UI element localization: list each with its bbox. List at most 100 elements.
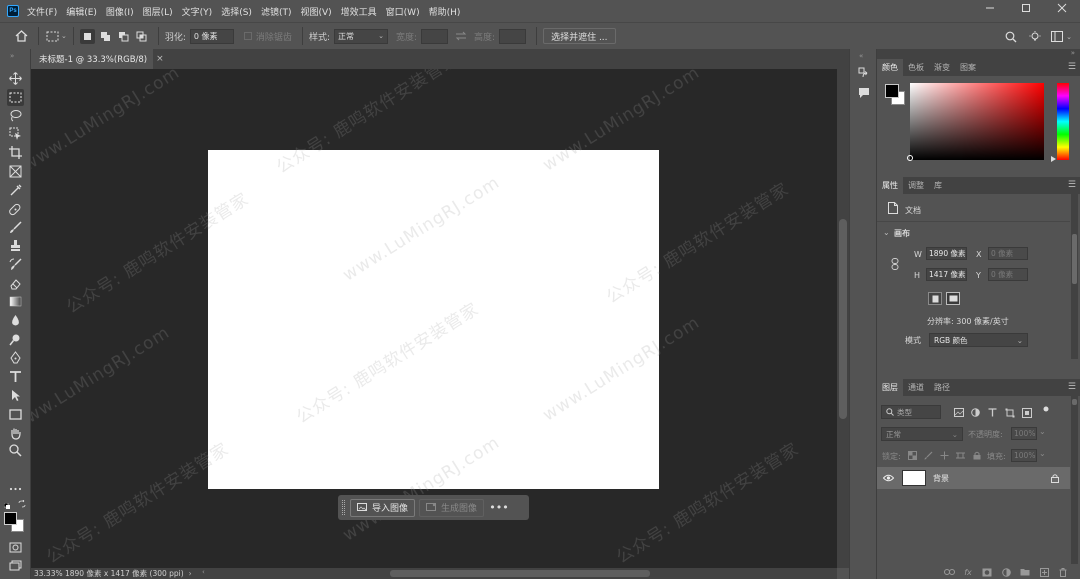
- marquee-preset-picker[interactable]: [45, 29, 59, 43]
- chevron-down-icon[interactable]: ⌄: [883, 228, 890, 237]
- quick-mask-button[interactable]: [7, 539, 24, 556]
- intersect-selection-button[interactable]: [134, 29, 149, 44]
- tab-libraries[interactable]: 库: [929, 177, 947, 194]
- properties-scroll-thumb[interactable]: [1072, 234, 1077, 284]
- tab-properties[interactable]: 属性: [877, 177, 903, 194]
- rectangular-marquee-tool[interactable]: [7, 89, 24, 106]
- generate-image-button[interactable]: 生成图像: [419, 498, 485, 517]
- link-layers-button[interactable]: [942, 566, 956, 578]
- tab-layers[interactable]: 图层: [877, 379, 903, 396]
- frame-tool[interactable]: [7, 163, 24, 180]
- subtract-selection-button[interactable]: [116, 29, 131, 44]
- brush-tool[interactable]: [7, 219, 24, 236]
- horizontal-scroll-thumb[interactable]: [390, 570, 650, 577]
- new-adjustment-layer-button[interactable]: [999, 566, 1013, 578]
- panel-menu-icon[interactable]: ☰: [1068, 382, 1076, 392]
- menu-select[interactable]: 选择(S): [221, 5, 252, 18]
- layer-filter-select[interactable]: 类型: [881, 405, 941, 419]
- clone-stamp-tool[interactable]: [7, 237, 24, 254]
- filter-pixel-layers-button[interactable]: [953, 407, 964, 418]
- menu-layer[interactable]: 图层(L): [143, 5, 173, 18]
- lasso-tool[interactable]: [7, 107, 24, 124]
- import-image-button[interactable]: 导入图像: [350, 498, 416, 517]
- color-picker-marker[interactable]: [907, 155, 913, 161]
- filter-shape-layers-button[interactable]: [1004, 407, 1015, 418]
- workspace-button[interactable]: [1050, 30, 1064, 44]
- collapse-dock-icon[interactable]: «: [859, 52, 863, 60]
- new-layer-button[interactable]: [1037, 566, 1051, 578]
- color-mode-select[interactable]: RGB 颜色 ⌄: [929, 333, 1028, 347]
- add-selection-button[interactable]: [98, 29, 113, 44]
- width-input[interactable]: [421, 28, 449, 44]
- swap-dimensions-button[interactable]: [454, 29, 468, 43]
- tab-paths[interactable]: 路径: [929, 379, 955, 396]
- history-panel-button[interactable]: [856, 65, 871, 80]
- chevron-down-icon[interactable]: ⌄: [1066, 33, 1072, 41]
- layer-row[interactable]: 背景: [877, 467, 1070, 489]
- zoom-tool[interactable]: [7, 442, 24, 459]
- new-selection-button[interactable]: [79, 28, 95, 44]
- scroll-left-icon[interactable]: ‹: [202, 568, 205, 576]
- rectangle-tool[interactable]: [7, 406, 24, 423]
- chevron-down-icon[interactable]: ⌄: [1039, 449, 1046, 458]
- menu-file[interactable]: 文件(F): [27, 5, 57, 18]
- menu-type[interactable]: 文字(Y): [182, 5, 213, 18]
- filter-toggle-button[interactable]: [1040, 403, 1051, 414]
- color-picker-field[interactable]: [910, 83, 1044, 160]
- new-group-button[interactable]: [1018, 566, 1032, 578]
- lock-transparent-pixels-button[interactable]: [907, 450, 918, 461]
- delete-layer-button[interactable]: [1056, 566, 1070, 578]
- document-canvas[interactable]: [208, 150, 659, 489]
- search-button[interactable]: [1004, 30, 1018, 44]
- more-options-button[interactable]: •••: [489, 499, 508, 517]
- canvas-x-input[interactable]: 0 像素: [988, 247, 1028, 260]
- task-bar-drag-handle[interactable]: [342, 500, 345, 515]
- fill-input[interactable]: 100%: [1011, 449, 1037, 462]
- filter-type-layers-button[interactable]: [987, 407, 998, 418]
- collapse-toolbar-icon[interactable]: »: [10, 52, 14, 60]
- menu-plugins[interactable]: 增效工具: [341, 5, 377, 18]
- filter-smart-object-button[interactable]: [1021, 407, 1032, 418]
- link-dimensions-button[interactable]: [891, 258, 899, 273]
- vertical-scroll-thumb[interactable]: [839, 219, 847, 419]
- foreground-color-swatch[interactable]: [885, 84, 899, 98]
- filter-adjustment-layers-button[interactable]: [970, 407, 981, 418]
- tab-adjustments[interactable]: 调整: [903, 177, 929, 194]
- type-tool[interactable]: [7, 368, 24, 385]
- canvas-y-input[interactable]: 0 像素: [988, 268, 1028, 281]
- add-layer-style-button[interactable]: fx: [961, 566, 975, 578]
- lock-all-button[interactable]: [971, 450, 982, 461]
- home-button[interactable]: [14, 29, 28, 43]
- screen-mode-button[interactable]: [7, 557, 24, 574]
- lock-image-pixels-button[interactable]: [923, 450, 934, 461]
- blur-tool[interactable]: [7, 312, 24, 329]
- crop-tool[interactable]: [7, 144, 24, 161]
- panel-menu-icon[interactable]: ☰: [1068, 62, 1076, 72]
- minimize-button[interactable]: [972, 0, 1008, 16]
- discover-button[interactable]: [1028, 30, 1042, 44]
- menu-image[interactable]: 图像(I): [106, 5, 134, 18]
- blend-mode-select[interactable]: 正常 ⌄: [881, 427, 963, 441]
- comments-panel-button[interactable]: [856, 85, 871, 100]
- canvas-vertical-scrollbar[interactable]: [837, 69, 849, 568]
- hue-slider-marker[interactable]: [1051, 156, 1056, 162]
- canvas-width-input[interactable]: 1890 像素: [926, 247, 967, 260]
- layer-visibility-toggle[interactable]: [882, 474, 895, 485]
- maximize-button[interactable]: [1008, 0, 1044, 16]
- tab-channels[interactable]: 通道: [903, 379, 929, 396]
- layers-scroll-thumb[interactable]: [1072, 399, 1077, 405]
- panel-menu-icon[interactable]: ☰: [1068, 180, 1076, 190]
- style-select[interactable]: 正常 ⌄: [333, 28, 388, 44]
- layer-thumbnail[interactable]: [902, 470, 926, 486]
- close-tab-icon[interactable]: ×: [156, 54, 164, 64]
- default-colors-button[interactable]: [3, 502, 10, 509]
- history-brush-tool[interactable]: [7, 256, 24, 273]
- menu-help[interactable]: 帮助(H): [429, 5, 461, 18]
- menu-window[interactable]: 窗口(W): [386, 5, 420, 18]
- menu-edit[interactable]: 编辑(E): [66, 5, 97, 18]
- portrait-orientation-button[interactable]: [928, 292, 942, 305]
- select-and-mask-button[interactable]: 选择并遮住 ...: [543, 28, 616, 44]
- properties-scrollbar[interactable]: [1071, 194, 1078, 359]
- status-arrow-icon[interactable]: ›: [189, 569, 192, 578]
- layer-lock-indicator[interactable]: [1051, 473, 1059, 486]
